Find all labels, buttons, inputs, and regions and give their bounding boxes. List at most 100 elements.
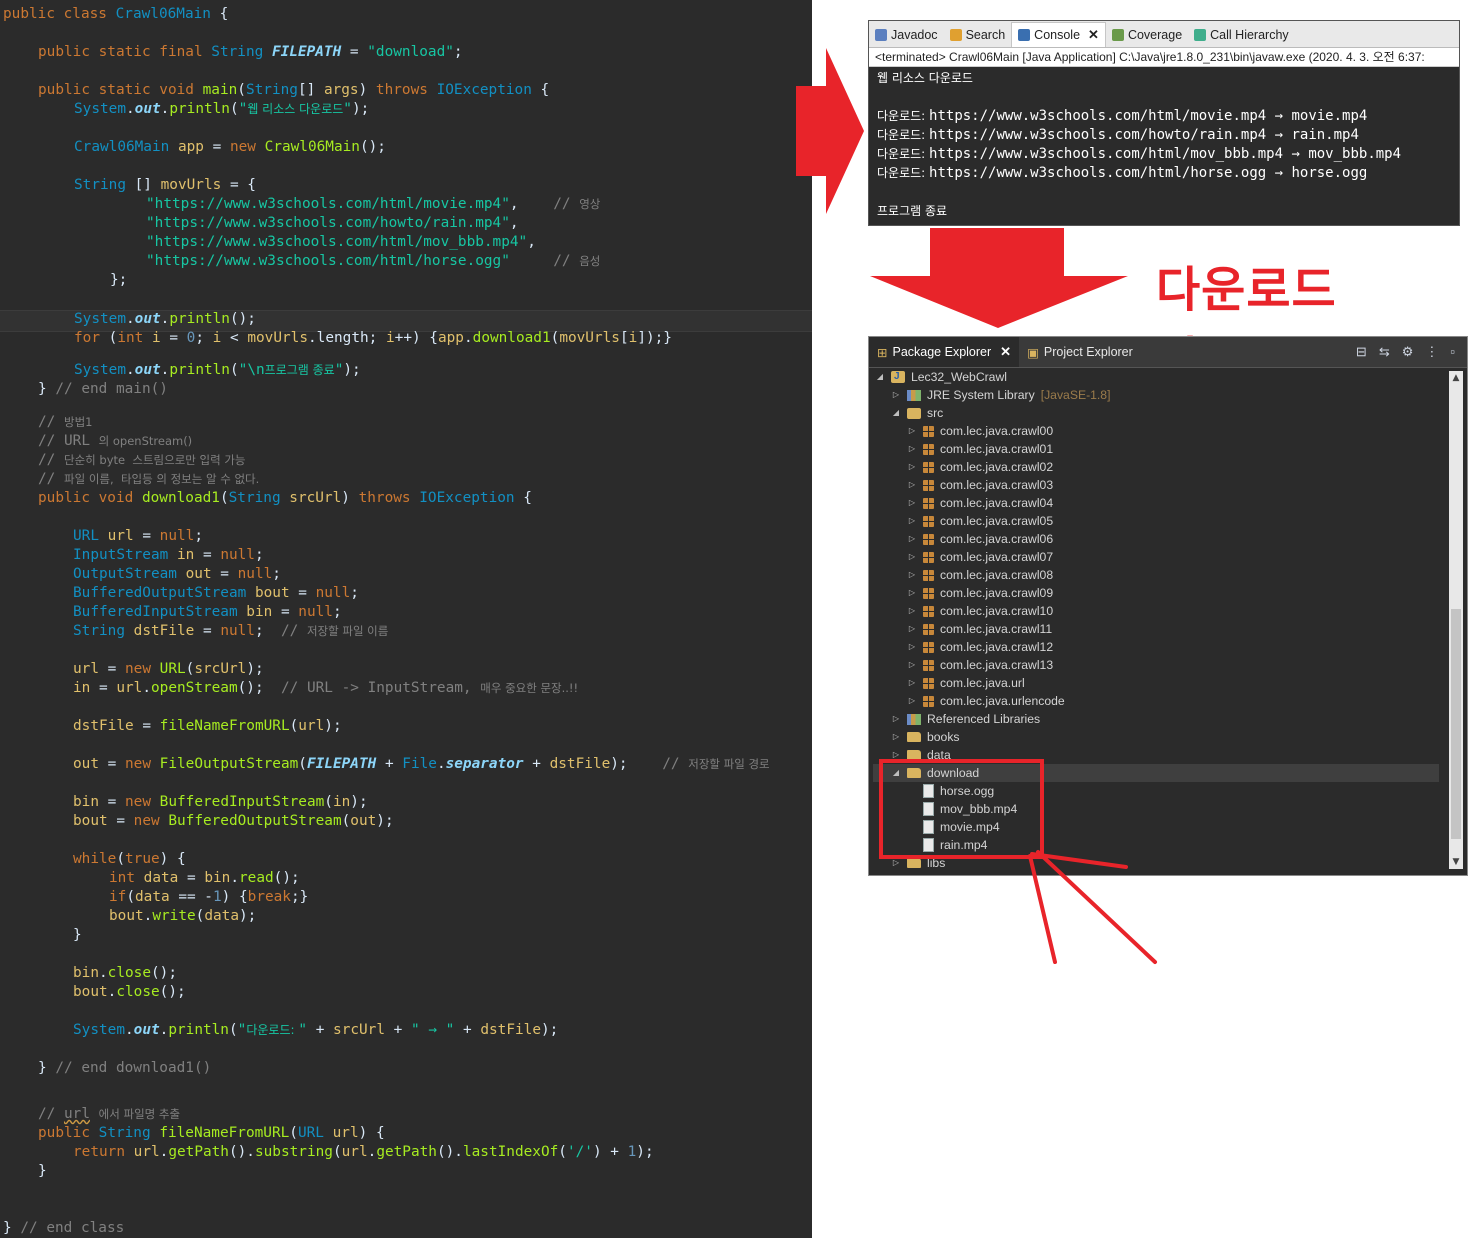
filter-icon[interactable]: ⚙ xyxy=(1402,344,1414,360)
folder-node[interactable]: ▷ libs xyxy=(891,854,945,872)
code-line: bout = new BufferedOutputStream(out); xyxy=(73,813,394,829)
package-node[interactable]: ▷ com.lec.java.crawl05 xyxy=(907,512,1053,530)
code-line: "https://www.w3schools.com/html/horse.og… xyxy=(146,253,601,269)
package-node[interactable]: ▷ com.lec.java.crawl09 xyxy=(907,584,1053,602)
downloaded-file[interactable]: rain.mp4 xyxy=(907,836,987,854)
tree-item-label: com.lec.java.crawl10 xyxy=(940,604,1054,618)
collapsed-arrow-icon[interactable]: ▷ xyxy=(907,602,917,620)
tab-call-hierarchy[interactable]: Call Hierarchy xyxy=(1188,23,1295,47)
collapsed-arrow-icon[interactable]: ▷ xyxy=(907,530,917,548)
downloaded-file[interactable]: horse.ogg xyxy=(907,782,994,800)
download-folder-node[interactable]: ◢ download xyxy=(873,764,1439,782)
collapsed-arrow-icon[interactable]: ▷ xyxy=(907,566,917,584)
tree-item-label: com.lec.java.crawl03 xyxy=(940,478,1054,492)
tab-coverage[interactable]: Coverage xyxy=(1106,23,1188,47)
collapsed-arrow-icon[interactable]: ▷ xyxy=(891,746,901,764)
referenced-libraries-node[interactable]: ▷ Referenced Libraries xyxy=(891,710,1040,728)
package-icon xyxy=(923,497,934,509)
package-node[interactable]: ▷ com.lec.java.url xyxy=(907,674,1025,692)
tree-item-label: com.lec.java.crawl01 xyxy=(940,442,1054,456)
tab-javadoc[interactable]: Javadoc xyxy=(869,23,944,47)
expanded-arrow-icon[interactable]: ◢ xyxy=(891,404,901,422)
package-node[interactable]: ▷ com.lec.java.crawl12 xyxy=(907,638,1053,656)
collapsed-arrow-icon[interactable]: ▷ xyxy=(907,638,917,656)
package-node[interactable]: ▷ com.lec.java.crawl00 xyxy=(907,422,1053,440)
code-line: } // end main() xyxy=(38,381,168,397)
scroll-up-icon[interactable]: ▲ xyxy=(1449,371,1463,385)
downloaded-file[interactable]: mov_bbb.mp4 xyxy=(907,800,1017,818)
folder-node[interactable]: ▷ books xyxy=(891,728,960,746)
package-node[interactable]: ▷ com.lec.java.crawl13 xyxy=(907,656,1053,674)
close-icon[interactable]: ✕ xyxy=(1088,27,1099,43)
tree-item-label: src xyxy=(927,406,944,420)
collapsed-arrow-icon[interactable]: ▷ xyxy=(907,548,917,566)
package-node[interactable]: ▷ com.lec.java.crawl01 xyxy=(907,440,1053,458)
jre-node[interactable]: ▷ JRE System Library [JavaSE-1.8] xyxy=(891,386,1111,404)
package-icon xyxy=(923,587,934,599)
tab-label: Search xyxy=(965,28,1006,42)
code-line: out = new FileOutputStream(FILEPATH + Fi… xyxy=(73,756,770,772)
javadoc-icon xyxy=(875,29,887,41)
tree-item-label: horse.ogg xyxy=(940,784,995,798)
project-node[interactable]: ◢ Lec32_WebCrawl xyxy=(875,368,1007,386)
scroll-down-icon[interactable]: ▼ xyxy=(1449,855,1463,869)
console-icon xyxy=(1018,29,1031,41)
package-node[interactable]: ▷ com.lec.java.crawl08 xyxy=(907,566,1053,584)
view-menu-icon[interactable]: ⋮ xyxy=(1425,344,1438,360)
package-icon xyxy=(923,443,934,455)
folder-node[interactable]: ▷ data xyxy=(891,746,951,764)
collapsed-arrow-icon[interactable]: ▷ xyxy=(907,494,917,512)
collapsed-arrow-icon[interactable]: ▷ xyxy=(907,512,917,530)
collapsed-arrow-icon[interactable]: ▷ xyxy=(891,854,901,872)
package-node[interactable]: ▷ com.lec.java.crawl03 xyxy=(907,476,1053,494)
vertical-scrollbar[interactable]: ▲ ▼ xyxy=(1449,371,1463,869)
code-line: bout.write(data); xyxy=(109,908,257,924)
code-line: if(data == -1) {break;} xyxy=(109,889,309,905)
expanded-arrow-icon[interactable]: ◢ xyxy=(891,764,901,782)
downloaded-file[interactable]: movie.mp4 xyxy=(907,818,1000,836)
collapsed-arrow-icon[interactable]: ▷ xyxy=(907,584,917,602)
collapsed-arrow-icon[interactable]: ▷ xyxy=(907,476,917,494)
package-node[interactable]: ▷ com.lec.java.crawl11 xyxy=(907,620,1052,638)
tab-project-explorer[interactable]: ▣ Project Explorer xyxy=(1019,337,1141,367)
collapsed-arrow-icon[interactable]: ▷ xyxy=(907,620,917,638)
code-line: int data = bin.read(); xyxy=(109,870,300,886)
tab-search[interactable]: Search xyxy=(944,23,1012,47)
package-node[interactable]: ▷ com.lec.java.crawl06 xyxy=(907,530,1053,548)
tree-item-label: com.lec.java.crawl02 xyxy=(940,460,1054,474)
code-line: public class Crawl06Main { xyxy=(3,6,229,22)
expanded-arrow-icon[interactable]: ◢ xyxy=(875,368,885,386)
scrollbar-thumb[interactable] xyxy=(1451,609,1461,839)
code-line: dstFile = fileNameFromURL(url); xyxy=(73,718,342,734)
collapsed-arrow-icon[interactable]: ▷ xyxy=(907,422,917,440)
tab-console[interactable]: Console ✕ xyxy=(1011,22,1106,47)
code-line: // 단순히 byte 스트림으로만 입력 가능 xyxy=(38,452,246,468)
tree-item-label: movie.mp4 xyxy=(940,820,1000,834)
collapsed-arrow-icon[interactable]: ▷ xyxy=(907,458,917,476)
package-node[interactable]: ▷ com.lec.java.crawl07 xyxy=(907,548,1053,566)
close-icon[interactable]: ✕ xyxy=(1000,344,1011,360)
minimize-icon[interactable]: ▫ xyxy=(1450,344,1455,360)
package-icon xyxy=(923,695,934,707)
code-line: "https://www.w3schools.com/html/mov_bbb.… xyxy=(146,234,536,250)
package-node[interactable]: ▷ com.lec.java.urlencode xyxy=(907,692,1065,710)
link-with-editor-icon[interactable]: ⇆ xyxy=(1379,344,1390,360)
collapsed-arrow-icon[interactable]: ▷ xyxy=(907,440,917,458)
package-node[interactable]: ▷ com.lec.java.crawl04 xyxy=(907,494,1053,512)
collapsed-arrow-icon[interactable]: ▷ xyxy=(907,692,917,710)
code-editor[interactable]: public class Crawl06Main {public static … xyxy=(0,0,812,1238)
tab-package-explorer[interactable]: ⊞ Package Explorer ✕ xyxy=(869,337,1020,367)
collapsed-arrow-icon[interactable]: ▷ xyxy=(891,386,901,404)
collapsed-arrow-icon[interactable]: ▷ xyxy=(891,710,901,728)
package-node[interactable]: ▷ com.lec.java.crawl02 xyxy=(907,458,1053,476)
package-node[interactable]: ▷ com.lec.java.crawl10 xyxy=(907,602,1053,620)
src-node[interactable]: ◢ src xyxy=(891,404,943,422)
code-line: System.out.println("웹 리소스 다운로드"); xyxy=(74,101,370,117)
collapsed-arrow-icon[interactable]: ▷ xyxy=(907,656,917,674)
code-line: // 파일 이름, 타입등 의 정보는 알 수 없다. xyxy=(38,471,260,487)
collapsed-arrow-icon[interactable]: ▷ xyxy=(891,728,901,746)
tab-project-explorer-label: Project Explorer xyxy=(1043,345,1133,359)
package-icon xyxy=(923,425,934,437)
collapse-all-icon[interactable]: ⊟ xyxy=(1356,344,1367,360)
collapsed-arrow-icon[interactable]: ▷ xyxy=(907,674,917,692)
